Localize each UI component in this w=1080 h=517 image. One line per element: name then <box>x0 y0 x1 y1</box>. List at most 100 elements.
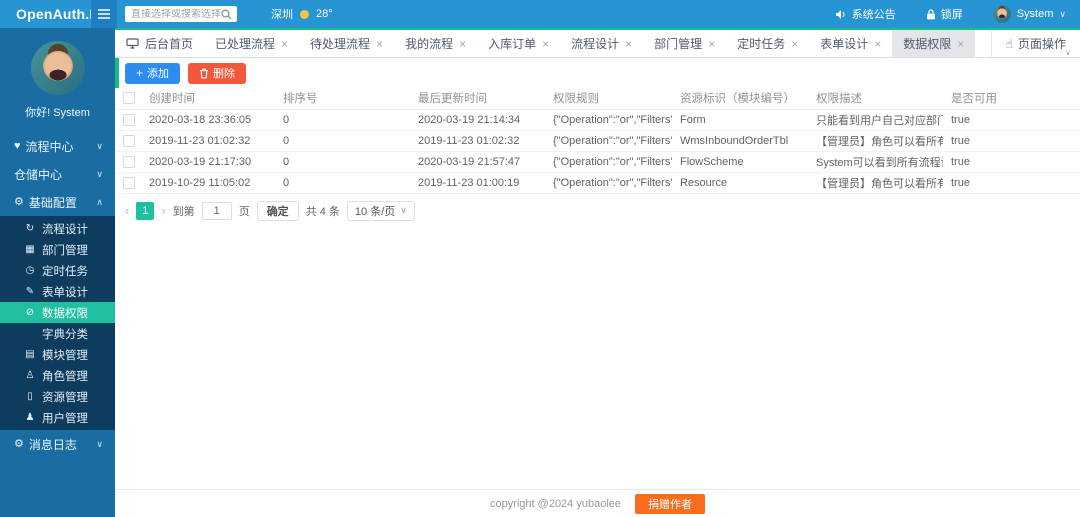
select-all-checkbox[interactable] <box>123 92 135 105</box>
submenu-label: 表单设计 <box>42 286 88 299</box>
sidebar-item-form-design[interactable]: ✎ 表单设计 <box>0 281 115 302</box>
flow-icon: ↻ <box>25 222 35 234</box>
cell-enabled: true <box>943 151 1080 173</box>
close-icon[interactable]: × <box>376 38 383 50</box>
hamburger-icon <box>97 8 111 20</box>
tab-flow-design[interactable]: 流程设计 × <box>560 30 643 57</box>
pagination: ‹ 1 › 到第 页 确定 共 4 条 10 条/页 ∨ <box>115 194 1080 221</box>
pencil-icon: ✎ <box>25 285 35 297</box>
table-row[interactable]: 2019-11-23 01:02:32 0 2019-11-23 01:02:3… <box>115 130 1080 152</box>
announcement-button[interactable]: 系统公告 <box>835 6 896 22</box>
sidebar-item-flow-center[interactable]: ♥ 流程中心 ∨ <box>0 132 115 160</box>
tab-label: 待处理流程 <box>310 37 371 51</box>
permission-icon: ⊘ <box>25 306 35 318</box>
submenu-label: 用户管理 <box>42 412 88 425</box>
lock-screen-button[interactable]: 锁屏 <box>926 6 963 22</box>
delete-button[interactable]: 删除 <box>188 62 247 84</box>
close-icon[interactable]: × <box>957 38 964 50</box>
cell-created: 2020-03-18 23:36:05 <box>141 109 275 131</box>
next-page-button[interactable]: › <box>161 204 165 217</box>
cell-created: 2019-10-29 11:05:02 <box>141 172 275 194</box>
row-checkbox[interactable] <box>123 134 135 147</box>
tab-pending-flows[interactable]: 待处理流程 × <box>299 30 394 57</box>
tab-home[interactable]: 后台首页 <box>115 30 204 57</box>
tablet-icon: ▯ <box>27 390 33 402</box>
tab-form-design[interactable]: 表单设计 × <box>809 30 892 57</box>
row-checkbox[interactable] <box>123 113 135 126</box>
sidebar-item-resource-management[interactable]: ▯ 资源管理 <box>0 386 115 407</box>
footer: copyright @2024 yubaolee 捐赠作者 <box>115 489 1080 517</box>
sidebar-item-flow-design[interactable]: ↻ 流程设计 <box>0 218 115 239</box>
tab-label: 定时任务 <box>737 37 786 51</box>
sidebar-item-warehouse-center[interactable]: 仓储中心 ∨ <box>0 160 115 188</box>
sidebar-toggle-button[interactable] <box>91 0 117 28</box>
sidebar-item-base-config[interactable]: ⚙ 基础配置 ∧ <box>0 188 115 216</box>
tab-data-permission[interactable]: 数据权限 × <box>892 30 976 57</box>
table-row[interactable]: 2019-10-29 11:05:02 0 2019-11-23 01:00:1… <box>115 172 1080 194</box>
tab-label: 我的流程 <box>405 37 454 51</box>
add-button-label: 添加 <box>147 68 170 80</box>
sun-icon <box>300 9 309 19</box>
tab-processed-flows[interactable]: 已处理流程 × <box>204 30 299 57</box>
search-input[interactable] <box>131 8 221 20</box>
sidebar-item-user-management[interactable]: ♟ 用户管理 <box>0 407 115 428</box>
tab-my-flows[interactable]: 我的流程 × <box>394 30 477 57</box>
cell-resource: FlowScheme <box>672 151 808 173</box>
weather-temp: 28° <box>316 8 333 20</box>
row-checkbox[interactable] <box>123 176 135 189</box>
goto-confirm-button[interactable]: 确定 <box>256 200 299 221</box>
sidebar-item-role-management[interactable]: ♙ 角色管理 <box>0 365 115 386</box>
column-header-sort: 排序号 <box>275 88 410 110</box>
gear-icon: ⚙ <box>14 437 24 450</box>
global-search[interactable] <box>125 6 237 22</box>
close-icon[interactable]: × <box>625 38 632 50</box>
username: System <box>1016 8 1054 20</box>
table-row[interactable]: 2020-03-19 21:17:30 0 2020-03-19 21:57:4… <box>115 151 1080 173</box>
close-icon[interactable]: × <box>708 38 715 50</box>
submenu-label: 数据权限 <box>42 307 88 320</box>
add-button[interactable]: + 添加 <box>125 62 181 84</box>
sidebar-item-message-log[interactable]: ⚙ 消息日志 ∨ <box>0 430 115 458</box>
column-header-resource: 资源标识（模块编号） <box>672 88 808 110</box>
goto-label: 到第 <box>172 205 195 218</box>
page-actions-menu[interactable]: ☝ 页面操作 ∨ <box>990 30 1080 57</box>
close-icon[interactable]: × <box>281 38 288 50</box>
close-icon[interactable]: × <box>874 38 881 50</box>
cell-sort: 0 <box>275 151 410 173</box>
grid-icon: ▤ <box>25 348 35 360</box>
table-row[interactable]: 2020-03-18 23:36:05 0 2020-03-19 21:14:3… <box>115 109 1080 131</box>
chevron-up-icon: ∧ <box>96 196 103 207</box>
chevron-down-icon: ∨ <box>1059 8 1066 19</box>
clock-icon: ◷ <box>25 264 35 276</box>
app-logo[interactable]: OpenAuth.Net <box>0 6 112 22</box>
column-header-updated: 最后更新时间 <box>410 88 545 110</box>
tab-inbound-orders[interactable]: 入库订单 × <box>477 30 560 57</box>
sidebar-item-dict-category[interactable]: 字典分类 <box>0 323 115 344</box>
role-icon: ♙ <box>25 369 35 381</box>
tab-dept-management[interactable]: 部门管理 × <box>643 30 726 57</box>
sidebar-item-dept-management[interactable]: ▦ 部门管理 <box>0 239 115 260</box>
cell-description: 只能看到用户自己对应部门的... <box>808 109 943 131</box>
row-checkbox[interactable] <box>123 155 135 168</box>
prev-page-button[interactable]: ‹ <box>125 204 129 217</box>
close-icon[interactable]: × <box>542 38 549 50</box>
menu-label: 消息日志 <box>28 437 77 452</box>
delete-button-label: 删除 <box>213 68 236 80</box>
user-menu[interactable]: System ∨ <box>992 5 1066 23</box>
column-header-description: 权限描述 <box>808 88 943 110</box>
top-header: OpenAuth.Net 深圳 28° 系统公告 <box>0 0 1080 28</box>
tab-scheduled-tasks[interactable]: 定时任务 × <box>726 30 809 57</box>
close-icon[interactable]: × <box>791 38 798 50</box>
donate-button[interactable]: 捐赠作者 <box>635 493 706 514</box>
page-size-select[interactable]: 10 条/页 ∨ <box>346 200 415 221</box>
sidebar-item-data-permission[interactable]: ⊘ 数据权限 <box>0 302 115 323</box>
page-1-button[interactable]: 1 <box>136 201 155 220</box>
close-icon[interactable]: × <box>459 38 466 50</box>
search-icon[interactable] <box>221 8 232 20</box>
goto-page-input[interactable] <box>201 201 232 220</box>
sidebar-item-scheduled-tasks[interactable]: ◷ 定时任务 <box>0 260 115 281</box>
cell-rule: {"Operation":"or","Filters":[{"Ke... <box>545 130 672 152</box>
submenu-label: 定时任务 <box>42 265 88 278</box>
monitor-icon <box>126 38 139 49</box>
sidebar-item-module-management[interactable]: ▤ 模块管理 <box>0 344 115 365</box>
